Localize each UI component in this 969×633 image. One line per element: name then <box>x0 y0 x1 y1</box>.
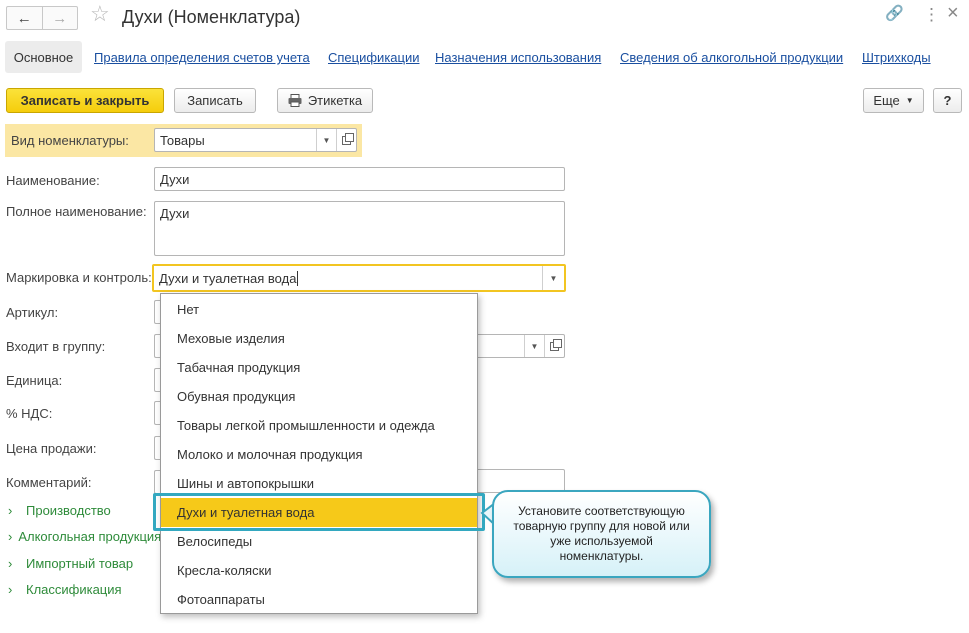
list-item[interactable]: Фотоаппараты <box>161 585 477 614</box>
marking-dropdown-list: Нет Меховые изделия Табачная продукция О… <box>160 293 478 614</box>
tab-usage-purposes[interactable]: Назначения использования <box>435 50 601 65</box>
price-label: Цена продажи: <box>6 441 97 456</box>
list-item[interactable]: Кресла-коляски <box>161 556 477 585</box>
printer-icon <box>288 94 302 107</box>
list-item[interactable]: Обувная продукция <box>161 382 477 411</box>
group-import-label: Импортный товар <box>26 556 134 571</box>
group-label: Входит в группу: <box>6 339 106 354</box>
close-icon[interactable]: × <box>947 3 959 23</box>
more-button[interactable]: Еще ▼ <box>863 88 924 113</box>
list-item[interactable]: Табачная продукция <box>161 353 477 382</box>
window-title: Духи (Номенклатура) <box>122 7 301 27</box>
comment-label: Комментарий: <box>6 475 92 490</box>
group-alcohol[interactable]: › Алкогольная продукция <box>8 529 160 544</box>
link-icon[interactable]: 🔗 <box>885 6 904 21</box>
marking-field[interactable]: Духи и туалетная вода ▼ <box>152 264 566 292</box>
group-field-right[interactable]: ▼ <box>470 334 565 358</box>
name-field[interactable]: Духи <box>154 167 565 191</box>
open-icon[interactable] <box>544 335 564 357</box>
selection-highlight-frame <box>153 493 485 531</box>
kind-label: Вид номенклатуры: <box>11 133 129 148</box>
tab-main[interactable]: Основное <box>5 41 82 73</box>
history-nav: ← → <box>6 6 78 30</box>
group-alcohol-label: Алкогольная продукция <box>18 529 160 544</box>
list-item[interactable]: Молоко и молочная продукция <box>161 440 477 469</box>
group-import[interactable]: › Импортный товар <box>8 556 133 571</box>
kind-value: Товары <box>160 133 205 148</box>
chevron-down-icon: ▼ <box>905 96 914 105</box>
list-item[interactable]: Меховые изделия <box>161 324 477 353</box>
full-name-field[interactable]: Духи <box>154 201 565 256</box>
hint-callout: Установите соответствующую товарную груп… <box>492 490 711 578</box>
article-label: Артикул: <box>6 305 59 320</box>
print-label-text: Этикетка <box>307 93 363 108</box>
tab-barcodes[interactable]: Штрихкоды <box>862 50 931 65</box>
chevron-down-icon[interactable]: ▼ <box>542 266 564 290</box>
save-and-close-button[interactable]: Записать и закрыть <box>6 88 164 113</box>
unit-label: Единица: <box>6 373 63 388</box>
favorite-star-icon[interactable]: ☆ <box>90 3 110 25</box>
tab-specifications[interactable]: Спецификации <box>328 50 420 65</box>
tab-accounting-rules[interactable]: Правила определения счетов учета <box>94 50 310 65</box>
print-label-button[interactable]: Этикетка <box>277 88 373 113</box>
save-button[interactable]: Записать <box>174 88 256 113</box>
list-item[interactable]: Велосипеды <box>161 527 477 556</box>
group-production-label: Производство <box>26 503 111 518</box>
more-menu-icon[interactable]: ⋮ <box>923 6 940 23</box>
marking-label: Маркировка и контроль: <box>6 270 152 285</box>
group-production[interactable]: › Производство <box>8 503 111 518</box>
forward-arrow-icon[interactable]: → <box>43 7 78 29</box>
group-classification[interactable]: › Классификация <box>8 582 122 597</box>
marking-value: Духи и туалетная вода <box>159 271 297 286</box>
chevron-down-icon[interactable]: ▼ <box>316 129 336 151</box>
help-button[interactable]: ? <box>933 88 962 113</box>
chevron-right-icon: › <box>8 556 13 571</box>
list-item[interactable]: Товары легкой промышленности и одежда <box>161 411 477 440</box>
chevron-right-icon: › <box>8 503 13 518</box>
more-button-label: Еще <box>873 93 900 108</box>
chevron-down-icon[interactable]: ▼ <box>524 335 544 357</box>
full-name-label: Полное наименование: <box>6 204 147 219</box>
chevron-right-icon: › <box>8 582 13 597</box>
chevron-right-icon: › <box>8 529 13 544</box>
group-classification-label: Классификация <box>26 582 122 597</box>
kind-field[interactable]: Товары ▼ <box>154 128 357 152</box>
back-arrow-icon[interactable]: ← <box>7 7 43 29</box>
list-item[interactable]: Нет <box>161 295 477 324</box>
tab-alcohol-info[interactable]: Сведения об алкогольной продукции <box>620 50 843 65</box>
vat-label: % НДС: <box>6 406 53 421</box>
name-label: Наименование: <box>6 173 100 188</box>
open-icon[interactable] <box>336 129 356 151</box>
